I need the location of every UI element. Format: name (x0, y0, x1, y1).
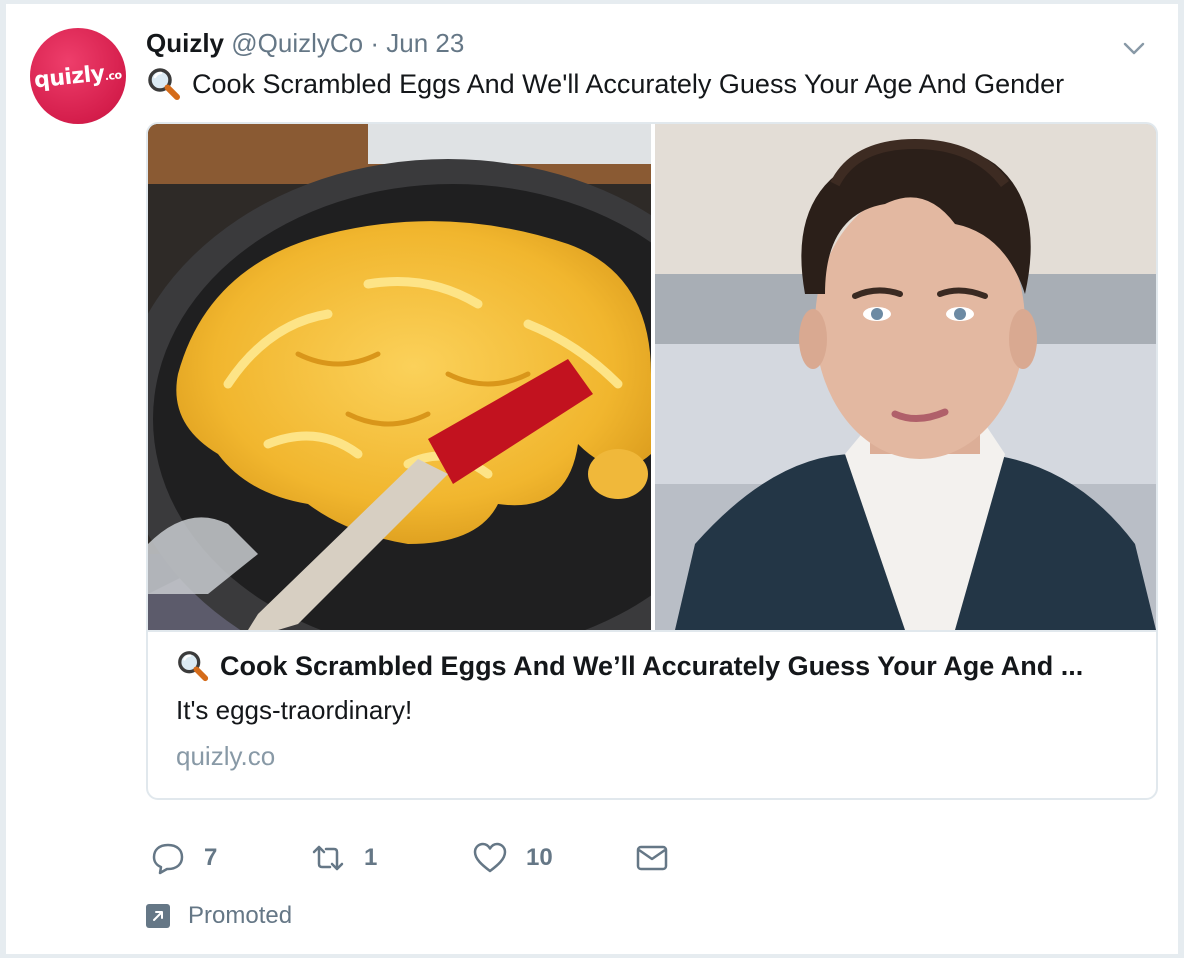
promoted-indicator: Promoted (146, 902, 292, 930)
author-name[interactable]: Quizly (146, 28, 224, 58)
header-separator: · (370, 28, 380, 58)
tweet-header: Quizly @QuizlyCo · Jun 23 (146, 28, 464, 58)
promoted-icon (146, 904, 170, 928)
author-handle[interactable]: @QuizlyCo (231, 28, 363, 58)
direct-message-button[interactable] (634, 840, 688, 876)
tweet-text-content: Cook Scrambled Eggs And We'll Accurately… (192, 69, 1065, 99)
avatar-logo: quizly.co (33, 60, 123, 93)
man-portrait-image (655, 124, 1156, 630)
card-title[interactable]: Cook Scrambled Eggs And We’ll Accurately… (176, 646, 1128, 686)
reply-icon (152, 843, 184, 875)
tweet[interactable]: quizly.co Quizly @QuizlyCo · Jun 23 Cook… (6, 4, 1178, 954)
card-body[interactable]: Cook Scrambled Eggs And We’ll Accurately… (176, 646, 1128, 774)
link-card[interactable]: Cook Scrambled Eggs And We’ll Accurately… (146, 122, 1158, 800)
card-title-text: Cook Scrambled Eggs And We’ll Accurately… (220, 651, 1084, 681)
heart-icon (473, 842, 507, 873)
tweet-actions: 7 1 10 (146, 840, 746, 876)
magnifying-glass-emoji-icon (148, 68, 180, 100)
promoted-label: Promoted (188, 902, 293, 929)
reply-count: 7 (204, 844, 218, 871)
scrambled-eggs-image (148, 124, 651, 630)
avatar[interactable]: quizly.co (30, 28, 126, 124)
card-domain: quizly.co (176, 741, 276, 771)
like-button[interactable]: 10 (472, 840, 553, 876)
tweet-text: Cook Scrambled Eggs And We'll Accurately… (146, 66, 1064, 102)
card-description: It's eggs-traordinary! (176, 695, 413, 725)
tweet-date[interactable]: Jun 23 (386, 28, 464, 58)
chevron-down-icon[interactable] (1120, 34, 1148, 62)
magnifying-glass-emoji-icon (178, 651, 209, 682)
like-count: 10 (526, 844, 553, 871)
retweet-icon (312, 845, 344, 871)
retweet-button[interactable]: 1 (310, 840, 377, 876)
envelope-icon (636, 845, 668, 871)
retweet-count: 1 (364, 844, 378, 871)
reply-button[interactable]: 7 (150, 840, 217, 876)
card-images[interactable] (148, 124, 1156, 632)
